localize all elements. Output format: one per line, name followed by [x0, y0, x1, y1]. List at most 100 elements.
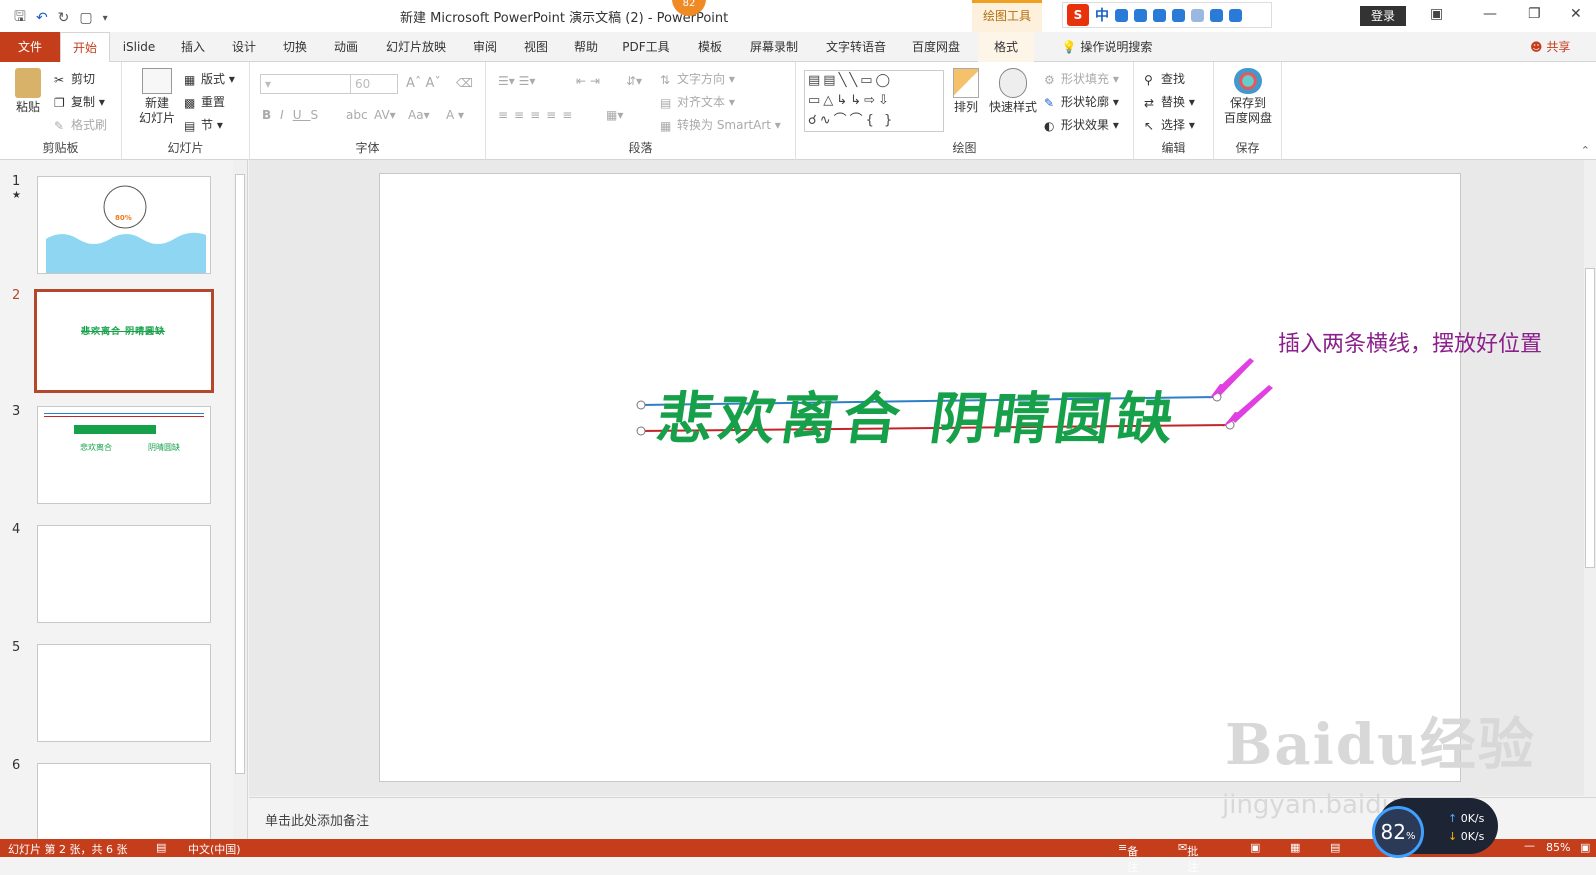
- minimize-icon[interactable]: —: [1483, 6, 1497, 22]
- convert-smartart-button[interactable]: ▦ 转换为 SmartArt ▾: [660, 116, 781, 133]
- tab-format[interactable]: 格式: [978, 32, 1034, 62]
- format-painter-button[interactable]: ✎ 格式刷: [54, 116, 107, 133]
- spellcheck-icon[interactable]: ▤: [156, 841, 166, 854]
- shapes-gallery[interactable]: ▤▤╲╲▭◯ ▭△↳↳⇨⇩ ☌∿⌒⌒{ }: [804, 70, 944, 132]
- voice-icon[interactable]: [1153, 8, 1166, 22]
- shape-fill-button[interactable]: ⚙ 形状填充 ▾: [1044, 70, 1119, 87]
- canvas-scroll-thumb[interactable]: [1585, 268, 1595, 568]
- tab-design[interactable]: 设计: [223, 32, 265, 62]
- new-slide-button[interactable]: 新建 幻灯片: [132, 68, 182, 126]
- tab-view[interactable]: 视图: [515, 32, 557, 62]
- normal-view-icon[interactable]: ▣: [1250, 841, 1260, 854]
- shape-outline-button[interactable]: ✎ 形状轮廓 ▾: [1044, 93, 1119, 110]
- slide-thumbnail-1[interactable]: 80%: [37, 176, 211, 274]
- font-family-select[interactable]: ▾: [260, 74, 352, 94]
- tell-me-search[interactable]: 💡 操作说明搜索: [1052, 32, 1162, 62]
- font-color-icon[interactable]: A ▾: [446, 108, 464, 122]
- notes-toggle[interactable]: ≡ 备注: [1118, 841, 1138, 874]
- slide-sorter-icon[interactable]: ▦: [1290, 841, 1300, 854]
- paste-button[interactable]: 粘贴: [8, 68, 48, 115]
- group-clipboard: 粘贴 ✂ 剪切 ❐ 复制 ▾ ✎ 格式刷 剪贴板: [0, 62, 122, 160]
- tab-animations[interactable]: 动画: [325, 32, 367, 62]
- language-indicator[interactable]: 中文(中国): [188, 841, 241, 857]
- slide-thumbnail-5[interactable]: [37, 644, 211, 742]
- quick-styles-button[interactable]: 快速样式: [988, 68, 1038, 115]
- cut-button[interactable]: ✂ 剪切: [54, 70, 95, 87]
- fit-slide-icon[interactable]: ▣: [1580, 841, 1590, 854]
- alignment-icons[interactable]: ≡≡≡≡≡: [498, 108, 578, 122]
- ime-toolbar[interactable]: S 中: [1062, 2, 1272, 28]
- ime-mode[interactable]: 中: [1095, 5, 1109, 25]
- font-style-buttons[interactable]: BIUS: [262, 108, 327, 122]
- columns-icon[interactable]: ▦▾: [606, 108, 623, 122]
- redo-icon[interactable]: ↻: [58, 10, 70, 26]
- comments-toggle[interactable]: ✉ 批注: [1178, 841, 1198, 874]
- find-button[interactable]: ⚲ 查找: [1144, 70, 1185, 87]
- line-handle[interactable]: [636, 426, 646, 436]
- copy-button[interactable]: ❐ 复制 ▾: [54, 93, 105, 110]
- save-to-baidu-button[interactable]: 保存到 百度网盘: [1220, 68, 1276, 126]
- restore-icon[interactable]: ❐: [1528, 6, 1541, 22]
- customize-qat-icon[interactable]: ▾: [103, 13, 108, 24]
- reading-view-icon[interactable]: ▤: [1330, 841, 1340, 854]
- bullets-icon[interactable]: ☰▾ ☰▾: [498, 74, 535, 88]
- tab-baidu-netdisk[interactable]: 百度网盘: [905, 32, 967, 62]
- arrange-button[interactable]: 排列: [948, 68, 984, 115]
- change-case-icon[interactable]: Aa▾: [408, 108, 430, 122]
- emoji-icon[interactable]: [1134, 8, 1147, 22]
- current-slide[interactable]: 悲欢离合 阴晴圆缺: [379, 173, 1461, 782]
- thumbnail-scrollbar[interactable]: [233, 160, 247, 840]
- save-icon[interactable]: 🖫: [14, 6, 26, 30]
- layout-button[interactable]: ▦ 版式 ▾: [184, 70, 235, 87]
- tab-templates[interactable]: 模板: [689, 32, 731, 62]
- toolbox-icon[interactable]: [1229, 8, 1242, 22]
- line-spacing-icon[interactable]: ⇵▾: [626, 74, 642, 88]
- slide-thumbnail-6[interactable]: [37, 763, 211, 840]
- close-icon[interactable]: ✕: [1570, 6, 1582, 22]
- slide-thumbnail-2[interactable]: 悲欢离合 阴晴圆缺: [34, 289, 214, 393]
- punctuation-icon[interactable]: [1115, 8, 1128, 22]
- tab-slideshow[interactable]: 幻灯片放映: [378, 32, 454, 62]
- tab-file[interactable]: 文件: [0, 32, 60, 62]
- strikethrough-icon[interactable]: abc: [346, 108, 368, 122]
- font-size-select[interactable]: 60: [350, 74, 398, 94]
- zoom-level[interactable]: 85%: [1546, 841, 1570, 854]
- login-button[interactable]: 登录: [1360, 6, 1406, 26]
- thumbnail-scroll-thumb[interactable]: [235, 174, 245, 774]
- tab-insert[interactable]: 插入: [172, 32, 214, 62]
- ribbon-display-icon[interactable]: ▣: [1430, 6, 1443, 22]
- collapse-ribbon-icon[interactable]: ⌃: [1581, 144, 1590, 157]
- shape-effects-button[interactable]: ◐ 形状效果 ▾: [1044, 116, 1119, 133]
- replace-button[interactable]: ⇄ 替换 ▾: [1144, 93, 1195, 110]
- char-spacing-icon[interactable]: AV▾: [374, 108, 396, 122]
- select-button[interactable]: ↖ 选择 ▾: [1144, 116, 1195, 133]
- text-direction-button[interactable]: ⇅ 文字方向 ▾: [660, 70, 735, 87]
- slide-thumbnail-3[interactable]: 悲欢离合 阴晴圆缺: [37, 406, 211, 504]
- line-handle[interactable]: [636, 400, 646, 410]
- undo-icon[interactable]: ↶: [36, 10, 48, 26]
- align-text-button[interactable]: ▤ 对齐文本 ▾: [660, 93, 735, 110]
- tab-transitions[interactable]: 切换: [274, 32, 316, 62]
- memory-usage-gauge[interactable]: 82%: [1372, 806, 1424, 858]
- keyboard-icon[interactable]: [1172, 8, 1185, 22]
- slide-thumbnail-4[interactable]: [37, 525, 211, 623]
- canvas-scrollbar[interactable]: [1584, 160, 1596, 796]
- tab-text-to-speech[interactable]: 文字转语音: [818, 32, 894, 62]
- slide-main-text[interactable]: 悲欢离合 阴晴圆缺: [652, 374, 1185, 455]
- grow-shrink-font-icons[interactable]: Aˆ Aˇ: [406, 76, 441, 91]
- tab-home[interactable]: 开始: [60, 32, 110, 63]
- skin-icon[interactable]: [1210, 8, 1223, 22]
- tab-review[interactable]: 审阅: [464, 32, 506, 62]
- clear-formatting-icon[interactable]: ⌫: [456, 76, 473, 90]
- reset-button[interactable]: ▩ 重置: [184, 93, 225, 110]
- user-icon[interactable]: [1191, 8, 1204, 22]
- slideshow-icon[interactable]: ▢: [79, 10, 92, 26]
- tab-screen-record[interactable]: 屏幕录制: [743, 32, 805, 62]
- zoom-slider[interactable]: —: [1524, 839, 1544, 852]
- share-button[interactable]: ☻ 共享: [1530, 32, 1570, 62]
- section-button[interactable]: ▤ 节 ▾: [184, 116, 223, 133]
- tab-pdf-tools[interactable]: PDF工具: [616, 32, 676, 62]
- tab-islide[interactable]: iSlide: [116, 32, 162, 62]
- indent-icons[interactable]: ⇤ ⇥: [576, 74, 600, 88]
- tab-help[interactable]: 帮助: [565, 32, 607, 62]
